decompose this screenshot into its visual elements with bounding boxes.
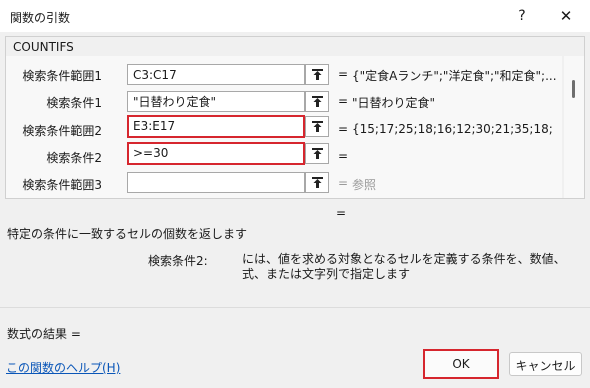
collapse-arrow-icon (312, 148, 323, 159)
close-icon[interactable]: ✕ (552, 5, 580, 27)
parameter-name: 検索条件2: (148, 254, 208, 268)
argument-value-range2: {15;17;25;18;16;12;30;21;35;18; (352, 122, 553, 136)
argument-label-criteria2: 検索条件2 (46, 151, 102, 165)
function-name: COUNTIFS (13, 40, 74, 54)
argument-input-range2[interactable]: E3:E17 (127, 115, 305, 138)
argument-value-range3: 参照 (352, 178, 377, 192)
ok-button-label: OK (452, 357, 470, 371)
argument-equals: = (338, 94, 349, 108)
formula-result: 数式の結果 = (7, 327, 81, 341)
collapse-dialog-button-criteria1[interactable] (305, 91, 329, 112)
collapse-dialog-button-range3[interactable] (305, 172, 329, 193)
ok-button[interactable]: OK (423, 349, 499, 379)
divider (0, 307, 590, 308)
collapse-arrow-icon (312, 96, 323, 107)
scrollbar-thumb[interactable] (572, 80, 575, 98)
arguments-scrollbar[interactable] (564, 56, 584, 198)
title-bar: 関数の引数 ? ✕ (0, 0, 590, 32)
dialog-title: 関数の引数 (10, 11, 71, 25)
argument-input-range3[interactable] (127, 172, 305, 193)
function-arguments-group: COUNTIFS 検索条件範囲1 C3:C17 = {"定食Aランチ";"洋定食… (5, 36, 585, 199)
cancel-button-label: キャンセル (515, 359, 576, 373)
argument-input-range1[interactable]: C3:C17 (127, 64, 305, 85)
argument-equals: = (338, 122, 349, 136)
collapse-dialog-button-criteria2[interactable] (305, 143, 329, 164)
argument-label-range1: 検索条件範囲1 (22, 69, 102, 83)
cancel-button[interactable]: キャンセル (509, 352, 582, 376)
argument-equals: = (338, 67, 349, 81)
function-help-link[interactable]: この関数のヘルプ(H) (6, 359, 120, 376)
argument-label-range2: 検索条件範囲2 (22, 124, 102, 138)
collapse-dialog-button-range1[interactable] (305, 64, 329, 85)
function-description: 特定の条件に一致するセルの個数を返します (7, 227, 248, 241)
help-icon[interactable]: ? (512, 6, 532, 26)
argument-equals: = (338, 149, 349, 163)
function-result-equals: = (336, 206, 347, 220)
argument-value-range1: {"定食Aランチ";"洋定食";"和定食";... (352, 69, 557, 83)
argument-equals: = (338, 176, 349, 190)
collapse-arrow-icon (312, 121, 323, 132)
argument-input-criteria1[interactable]: "日替わり定食" (127, 91, 305, 112)
argument-value-criteria1: "日替わり定食" (352, 96, 436, 110)
argument-label-range3: 検索条件範囲3 (22, 178, 102, 192)
argument-label-criteria1: 検索条件1 (46, 96, 102, 110)
collapse-arrow-icon (312, 177, 323, 188)
collapse-arrow-icon (312, 69, 323, 80)
argument-input-criteria2[interactable]: >=30 (127, 142, 305, 165)
arguments-panel: 検索条件範囲1 C3:C17 = {"定食Aランチ";"洋定食";"和定食";.… (6, 56, 562, 198)
collapse-dialog-button-range2[interactable] (305, 116, 329, 137)
parameter-description: には、値を求める対象となるセルを定義する条件を、数値、式、または文字列で指定しま… (242, 252, 566, 281)
